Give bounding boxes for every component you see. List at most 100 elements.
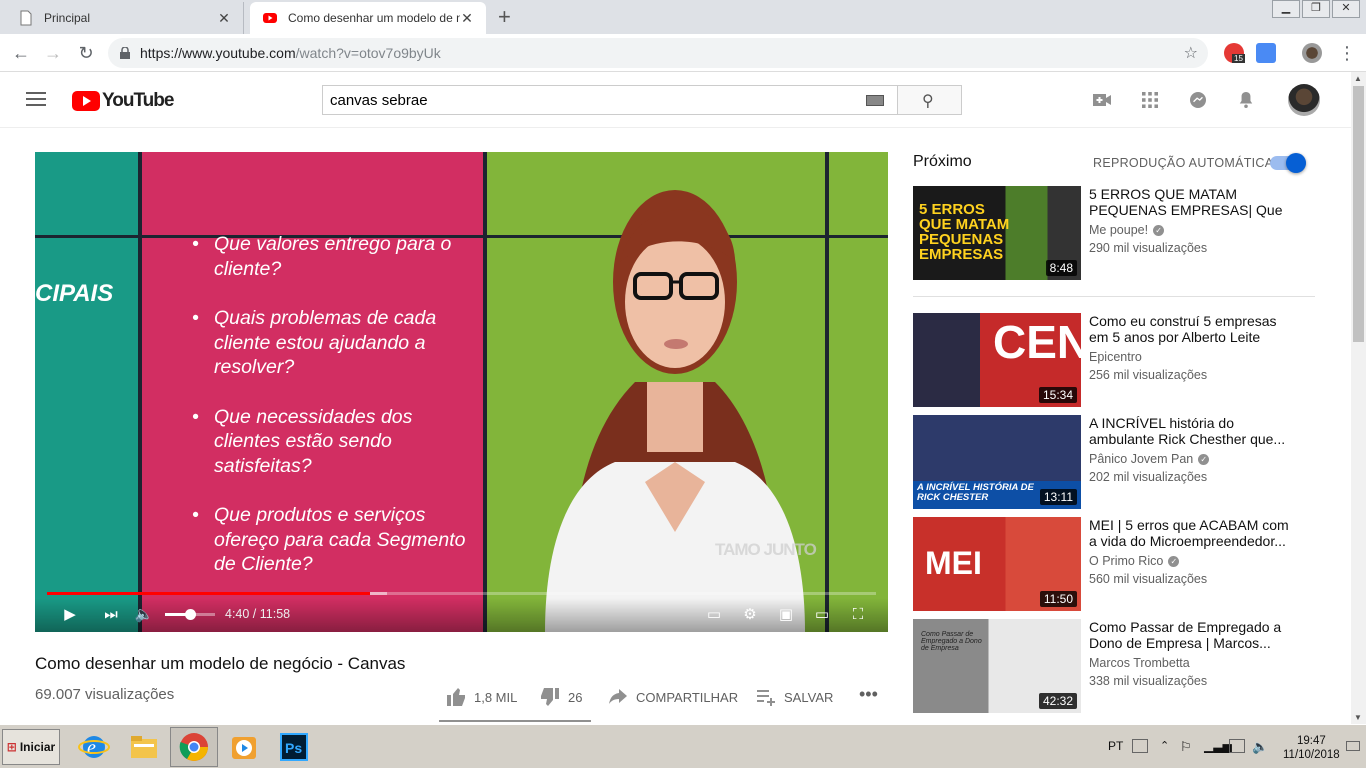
- close-tab-icon[interactable]: ✕: [460, 10, 474, 27]
- back-icon[interactable]: ←: [10, 42, 32, 64]
- youtube-logo[interactable]: YouTube: [72, 90, 174, 112]
- profile-avatar[interactable]: [1302, 43, 1322, 63]
- language-indicator[interactable]: PT: [1108, 739, 1123, 753]
- video-player[interactable]: CIPAIS Que valores entrego para o client…: [35, 152, 888, 632]
- address-bar[interactable]: https://www.youtube.com/watch?v=otov7o9b…: [108, 38, 1208, 68]
- notifications-tray-icon[interactable]: [1346, 741, 1360, 751]
- recommended-title[interactable]: MEI | 5 erros que ACABAM com a vida do M…: [1089, 517, 1299, 549]
- window-controls: ▁ ❐ ✕: [1272, 0, 1360, 18]
- scroll-up-arrow-icon[interactable]: ▲: [1354, 74, 1362, 83]
- network-signal-icon[interactable]: ▁▃▅: [1204, 739, 1232, 753]
- create-video-icon[interactable]: [1093, 92, 1111, 108]
- account-avatar[interactable]: [1288, 84, 1320, 116]
- recommended-title[interactable]: Como eu construí 5 empresas em 5 anos po…: [1089, 313, 1299, 345]
- action-center-flag-icon[interactable]: ⚐: [1180, 739, 1196, 754]
- tab-youtube-video[interactable]: Como desenhar um modelo de negóc ✕: [250, 2, 486, 34]
- fullscreen-icon[interactable]: ⛶: [848, 605, 868, 625]
- add-to-playlist-icon: [757, 690, 775, 706]
- recommended-video[interactable]: A INCRÍVEL HISTÓRIA DE RICK CHESTER 13:1…: [913, 415, 1333, 509]
- like-button[interactable]: 1,8 MIL: [447, 688, 517, 706]
- recommended-video[interactable]: Como Passar de Empregado a Dono de Empre…: [913, 619, 1333, 713]
- new-tab-button[interactable]: +: [498, 6, 511, 28]
- apps-grid-icon[interactable]: [1141, 92, 1159, 108]
- recommended-title[interactable]: 5 ERROS QUE MATAM PEQUENAS EMPRESAS| Que…: [1089, 186, 1299, 218]
- clock-date: 11/10/2018: [1283, 749, 1340, 761]
- forward-icon[interactable]: →: [42, 42, 64, 64]
- video-thumbnail[interactable]: Como Passar de Empregado a Dono de Empre…: [913, 619, 1081, 713]
- volume-tray-icon[interactable]: 🔈: [1252, 739, 1268, 754]
- video-thumbnail[interactable]: 5 ERROS QUE MATAM PEQUENAS EMPRESAS 8:48: [913, 186, 1081, 280]
- video-watermark: TAMO JUNTO: [715, 540, 817, 559]
- scroll-down-arrow-icon[interactable]: ▼: [1354, 713, 1362, 722]
- play-icon[interactable]: ▶: [60, 605, 80, 625]
- menu-kebab-icon[interactable]: ⋮: [1336, 42, 1358, 64]
- miniplayer-icon[interactable]: ▣: [776, 605, 796, 625]
- restore-button[interactable]: ❐: [1302, 0, 1330, 18]
- tray-expand-icon[interactable]: ⌃: [1160, 739, 1176, 753]
- more-actions-icon[interactable]: •••: [859, 684, 878, 705]
- messages-icon[interactable]: [1189, 92, 1207, 108]
- minimize-button[interactable]: ▁: [1272, 0, 1300, 18]
- url-host: https://www.youtube.com: [140, 45, 296, 61]
- channel-name[interactable]: Pânico Jovem Pan ✓: [1089, 452, 1210, 466]
- browser-tab-strip: Principal ✕ Como desenhar um modelo de n…: [0, 0, 1366, 34]
- close-window-button[interactable]: ✕: [1332, 0, 1360, 18]
- media-player-icon[interactable]: [228, 731, 260, 763]
- video-thumbnail[interactable]: A INCRÍVEL HISTÓRIA DE RICK CHESTER 13:1…: [913, 415, 1081, 509]
- keyboard-icon[interactable]: [866, 95, 884, 106]
- channel-name[interactable]: Me poupe! ✓: [1089, 223, 1165, 237]
- video-progress-bar[interactable]: [47, 592, 876, 595]
- share-button[interactable]: COMPARTILHAR: [609, 688, 738, 706]
- next-video-icon[interactable]: ⏭: [101, 605, 121, 625]
- autoplay-toggle[interactable]: [1270, 153, 1306, 173]
- start-label: Iniciar: [19, 740, 56, 754]
- theater-mode-icon[interactable]: ▭: [812, 605, 832, 625]
- recommended-video[interactable]: MEI 11:50 MEI | 5 erros que ACABAM com a…: [913, 517, 1333, 611]
- dislike-count: 26: [568, 689, 583, 705]
- search-input[interactable]: [322, 85, 898, 115]
- recommended-title[interactable]: Como Passar de Empregado a Dono de Empre…: [1089, 619, 1299, 651]
- dislike-button[interactable]: 26: [541, 688, 582, 706]
- channel-name[interactable]: O Primo Rico ✓: [1089, 554, 1180, 568]
- recommended-video[interactable]: CEN 15:34 Como eu construí 5 empresas em…: [913, 313, 1333, 407]
- recommended-title[interactable]: A INCRÍVEL história do ambulante Rick Ch…: [1089, 415, 1299, 447]
- bookmark-star-icon[interactable]: ☆: [1184, 43, 1198, 63]
- photoshop-icon[interactable]: Ps: [278, 731, 310, 763]
- channel-label: O Primo Rico: [1089, 554, 1164, 568]
- close-tab-icon[interactable]: ✕: [217, 10, 231, 27]
- page-scrollbar[interactable]: ▲ ▼: [1351, 72, 1366, 724]
- channel-name[interactable]: Epicentro: [1089, 350, 1142, 364]
- recommended-video[interactable]: 5 ERROS QUE MATAM PEQUENAS EMPRESAS 8:48…: [913, 186, 1333, 280]
- search-button[interactable]: ⚲: [897, 85, 962, 115]
- internet-explorer-icon[interactable]: e: [78, 731, 110, 763]
- battery-tray-icon[interactable]: [1229, 739, 1245, 753]
- video-title: Como desenhar um modelo de negócio - Can…: [35, 654, 406, 673]
- chrome-icon[interactable]: [178, 731, 210, 763]
- guide-menu-icon[interactable]: [26, 92, 46, 110]
- scrollbar-thumb[interactable]: [1353, 86, 1364, 342]
- slide-bullet: Que produtos e serviços ofereço para cad…: [192, 503, 470, 577]
- extension-icon[interactable]: 15: [1224, 43, 1245, 63]
- video-thumbnail[interactable]: CEN 15:34: [913, 313, 1081, 407]
- thumbnail-text: Como Passar de Empregado a Dono de Empre…: [921, 631, 982, 652]
- save-button[interactable]: SALVAR: [757, 688, 833, 706]
- settings-gear-icon[interactable]: ⚙: [740, 605, 760, 625]
- slide-bullet-list: Que valores entrego para o cliente? Quai…: [192, 232, 470, 602]
- channel-name[interactable]: Marcos Trombetta: [1089, 656, 1190, 670]
- taskbar-clock[interactable]: 19:47 11/10/2018: [1283, 734, 1340, 762]
- save-label: SALVAR: [784, 689, 834, 705]
- volume-slider[interactable]: [165, 609, 215, 620]
- tab-principal[interactable]: Principal ✕: [6, 2, 244, 34]
- video-thumbnail[interactable]: MEI 11:50: [913, 517, 1081, 611]
- start-button[interactable]: ⊞ Iniciar: [2, 729, 60, 765]
- up-next-heading: Próximo: [913, 153, 972, 170]
- video-duration: 15:34: [1038, 387, 1077, 403]
- file-explorer-icon[interactable]: [128, 731, 160, 763]
- thumbnail-text: CEN: [993, 316, 1081, 368]
- keyboard-tray-icon[interactable]: [1132, 739, 1148, 753]
- volume-icon[interactable]: 🔈: [134, 605, 154, 625]
- subtitles-icon[interactable]: ▭: [704, 605, 724, 625]
- translate-icon[interactable]: [1256, 43, 1276, 63]
- notifications-bell-icon[interactable]: [1237, 92, 1255, 108]
- reload-icon[interactable]: ↻: [75, 42, 97, 64]
